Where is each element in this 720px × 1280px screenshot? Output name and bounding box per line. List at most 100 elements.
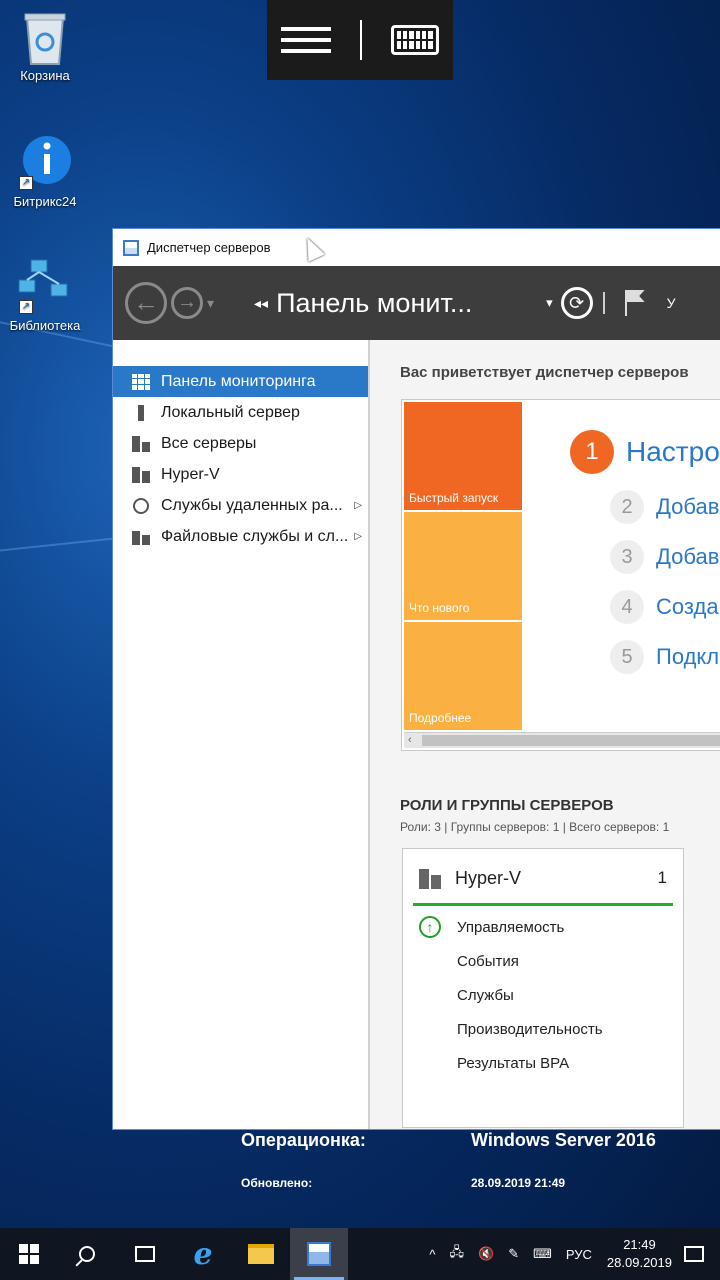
- remote-desktop-icon: [131, 497, 151, 515]
- quick-start-steps: 1 Настро 2 Добав 3 Добав 4 Созда 5 Подкл: [570, 430, 720, 674]
- step-add-roles[interactable]: 2 Добав: [610, 490, 720, 524]
- menu-icon[interactable]: [281, 20, 332, 60]
- role-row-services[interactable]: Службы: [413, 978, 673, 1012]
- window-titlebar[interactable]: Диспетчер серверов: [113, 229, 720, 266]
- status-ok-icon: ↑: [419, 916, 441, 938]
- sidebar-item-label: Службы удаленных ра...: [161, 496, 343, 514]
- roles-summary: Роли: 3 | Группы серверов: 1 | Всего сер…: [400, 820, 670, 834]
- toolbar-separator: [602, 292, 605, 314]
- step-link[interactable]: Подкл: [656, 644, 719, 670]
- servers-icon: [131, 435, 151, 453]
- manage-menu[interactable]: У: [667, 295, 676, 311]
- pen-icon[interactable]: ✎: [508, 1246, 519, 1262]
- system-tray: ^ 🖧 🔇 ✎ ⌨ РУС 21:49 28.09.2019: [422, 1228, 720, 1280]
- taskbar-app-server-manager[interactable]: [290, 1228, 348, 1280]
- notifications-flag-icon[interactable]: [624, 290, 647, 316]
- sidebar-item-all-servers[interactable]: Все серверы: [113, 428, 368, 459]
- desktop-icon-library[interactable]: ↗ Библиотека: [0, 258, 90, 333]
- step-connect-cloud[interactable]: 5 Подкл: [610, 640, 720, 674]
- volume-muted-icon[interactable]: 🔇: [478, 1246, 494, 1262]
- input-language[interactable]: РУС: [566, 1247, 592, 1262]
- taskbar-app-explorer[interactable]: [232, 1228, 290, 1280]
- role-card-hyper-v[interactable]: Hyper-V 1 ↑ Управляемость События Службы…: [402, 848, 684, 1128]
- step-create-group[interactable]: 4 Созда: [610, 590, 720, 624]
- step-number: 4: [610, 590, 644, 624]
- role-card-count: 1: [657, 868, 667, 887]
- sidebar-item-hyper-v[interactable]: Hyper-V: [113, 459, 368, 490]
- task-view-button[interactable]: [116, 1228, 174, 1280]
- task-view-icon: [135, 1246, 155, 1262]
- step-number: 1: [570, 430, 614, 474]
- history-dropdown-icon[interactable]: ▾: [207, 295, 214, 312]
- step-link[interactable]: Добав: [656, 544, 719, 570]
- refresh-icon[interactable]: ⟳: [560, 287, 593, 319]
- tile-label: Что нового: [409, 601, 470, 615]
- sidebar-item-label: Все серверы: [161, 434, 257, 452]
- forward-arrow-icon[interactable]: →: [171, 287, 203, 319]
- window-title: Диспетчер серверов: [147, 240, 271, 255]
- breadcrumb: Панель монит...: [276, 287, 473, 318]
- role-row-performance[interactable]: Производительность: [413, 1012, 673, 1046]
- role-row-manageability[interactable]: ↑ Управляемость: [413, 910, 673, 944]
- step-link[interactable]: Настро: [626, 436, 720, 468]
- chevron-up-icon[interactable]: ^: [429, 1247, 435, 1262]
- taskbar-app-ie[interactable]: e: [174, 1228, 232, 1280]
- role-row-bpa-results[interactable]: Результаты BPA: [413, 1046, 673, 1080]
- tile-whats-new[interactable]: Что нового: [404, 512, 522, 620]
- welcome-heading: Вас приветствует диспетчер серверов: [400, 364, 689, 381]
- step-link[interactable]: Добав: [656, 494, 719, 520]
- tile-learn-more[interactable]: Подробнее: [404, 622, 522, 730]
- windows-logo-icon: [19, 1244, 39, 1264]
- mouse-cursor-icon: [299, 234, 325, 262]
- touch-keyboard-icon[interactable]: ⌨: [533, 1246, 552, 1262]
- hyper-v-icon: [131, 466, 151, 484]
- tile-quick-start[interactable]: Быстрый запуск: [404, 402, 522, 510]
- role-card-header[interactable]: Hyper-V 1: [413, 867, 673, 906]
- taskbar: e ^ 🖧 🔇 ✎ ⌨ РУС 21:49 28.09.2019: [0, 1228, 720, 1280]
- dashboard-content: Вас приветствует диспетчер серверов Быст…: [370, 340, 720, 1129]
- sidebar-item-remote-desktop[interactable]: Службы удаленных ра... ▷: [113, 490, 368, 521]
- network-icon: ↗: [17, 258, 73, 314]
- sidebar-item-file-services[interactable]: Файловые службы и сл... ▷: [113, 521, 368, 552]
- expand-arrow-icon[interactable]: ▷: [354, 531, 362, 542]
- clock[interactable]: 21:49 28.09.2019: [607, 1236, 672, 1272]
- step-link[interactable]: Созда: [656, 594, 719, 620]
- role-row-label: События: [457, 952, 519, 970]
- desktop-icon-bitrix24[interactable]: ↗ Битрикс24: [0, 134, 90, 209]
- server-icon: [131, 404, 151, 422]
- action-center-icon[interactable]: [684, 1246, 704, 1262]
- bginfo-os-label: Операционка:: [241, 1130, 366, 1150]
- role-row-events[interactable]: События: [413, 944, 673, 978]
- breadcrumb-arrows-icon: ◂◂: [254, 294, 269, 311]
- sidebar-item-dashboard[interactable]: Панель мониторинга: [113, 366, 368, 397]
- role-card-title: Hyper-V: [455, 867, 522, 888]
- step-add-servers[interactable]: 3 Добав: [610, 540, 720, 574]
- desktop-icon-recycle-bin[interactable]: Корзина: [0, 8, 90, 83]
- server-manager-window: Диспетчер серверов ← → ▾ ◂◂ Панель монит…: [112, 228, 720, 1130]
- expand-arrow-icon[interactable]: ▷: [354, 500, 362, 511]
- breadcrumb-dropdown-icon[interactable]: ▾: [546, 295, 553, 311]
- navigation-sidebar: Панель мониторинга Локальный сервер Все …: [113, 340, 370, 1129]
- scroll-left-icon[interactable]: ‹: [408, 734, 412, 746]
- keyboard-icon[interactable]: [390, 25, 439, 55]
- start-button[interactable]: [0, 1228, 58, 1280]
- sidebar-item-local-server[interactable]: Локальный сервер: [113, 397, 368, 428]
- network-icon[interactable]: 🖧: [450, 1243, 465, 1265]
- window-toolbar: ← → ▾ ◂◂ Панель монит... ▾ ⟳ У: [113, 266, 720, 340]
- search-button[interactable]: [58, 1228, 116, 1280]
- search-icon: [79, 1246, 95, 1262]
- desktop-icon-label: Корзина: [20, 68, 70, 83]
- roles-heading: РОЛИ И ГРУППЫ СЕРВЕРОВ: [400, 797, 614, 814]
- role-row-label: Управляемость: [457, 918, 565, 936]
- back-arrow-icon[interactable]: ←: [125, 282, 167, 324]
- remote-toolbar: [267, 0, 453, 80]
- bginfo-updated-value: 28.09.2019 21:49: [471, 1176, 566, 1190]
- horizontal-scrollbar[interactable]: ‹: [404, 732, 720, 748]
- toolbar-divider: [359, 20, 362, 60]
- info-icon: ↗: [17, 134, 73, 190]
- sidebar-item-label: Панель мониторинга: [161, 372, 316, 390]
- desktop-icon-label: Битрикс24: [13, 194, 77, 209]
- step-configure[interactable]: 1 Настро: [570, 430, 720, 474]
- scrollbar-thumb[interactable]: [422, 735, 720, 746]
- sidebar-item-label: Локальный сервер: [161, 403, 300, 421]
